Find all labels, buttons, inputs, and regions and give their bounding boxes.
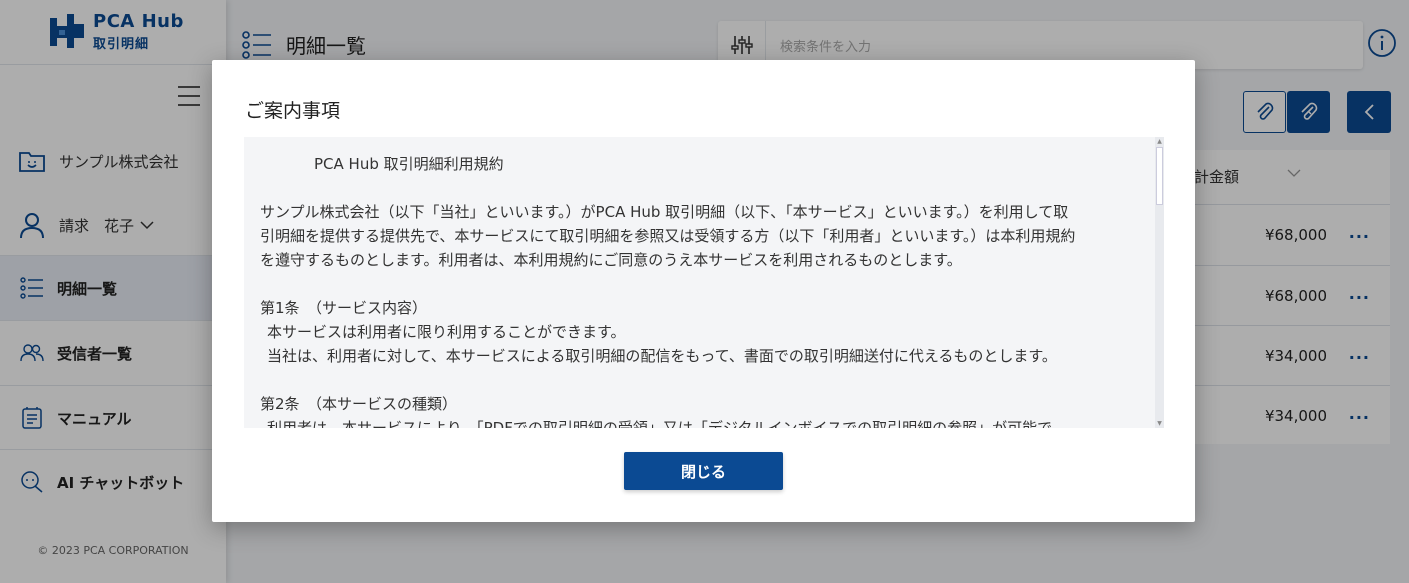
terms-paragraph: 当社は、利用者に対して、本サービスによる取引明細の配信をもって、書面での取引明細… xyxy=(267,347,1057,365)
terms-scroll-area[interactable]: PCA Hub 取引明細利用規約 サンプル株式会社（以下「当社」といいます。）が… xyxy=(244,137,1164,428)
article-heading: 第1条 （サービス内容） xyxy=(260,299,428,317)
scrollbar[interactable]: ▲ ▼ xyxy=(1155,137,1164,428)
article-heading: 第2条 （本サービスの種類） xyxy=(260,395,458,413)
scroll-up-arrow-icon[interactable]: ▲ xyxy=(1156,138,1163,145)
terms-title: PCA Hub 取引明細利用規約 xyxy=(314,155,504,173)
dialog-title: ご案内事項 xyxy=(245,100,341,122)
terms-content: PCA Hub 取引明細利用規約 サンプル株式会社（以下「当社」といいます。）が… xyxy=(260,152,1140,428)
terms-paragraph: 利用者は、本サービスにより、「PDFでの取引明細の受領」又は「デジタルインボイス… xyxy=(267,419,1053,428)
scroll-down-arrow-icon[interactable]: ▼ xyxy=(1156,420,1163,427)
terms-paragraph: 本サービスは利用者に限り利用することができます。 xyxy=(267,323,626,341)
terms-paragraph: 引明細を提供する提供先で、本サービスにて取引明細を参照又は受領する方（以下「利用… xyxy=(260,227,1076,245)
close-button[interactable]: 閉じる xyxy=(624,452,783,490)
scrollbar-thumb[interactable] xyxy=(1156,147,1163,205)
notice-dialog: ご案内事項 PCA Hub 取引明細利用規約 サンプル株式会社（以下「当社」とい… xyxy=(212,60,1195,522)
terms-paragraph: サンプル株式会社（以下「当社」といいます。）がPCA Hub 取引明細（以下、「… xyxy=(260,203,1069,221)
terms-paragraph: を遵守するものとします。利用者は、本利用規約にご同意のうえ本サービスを利用される… xyxy=(260,251,962,269)
